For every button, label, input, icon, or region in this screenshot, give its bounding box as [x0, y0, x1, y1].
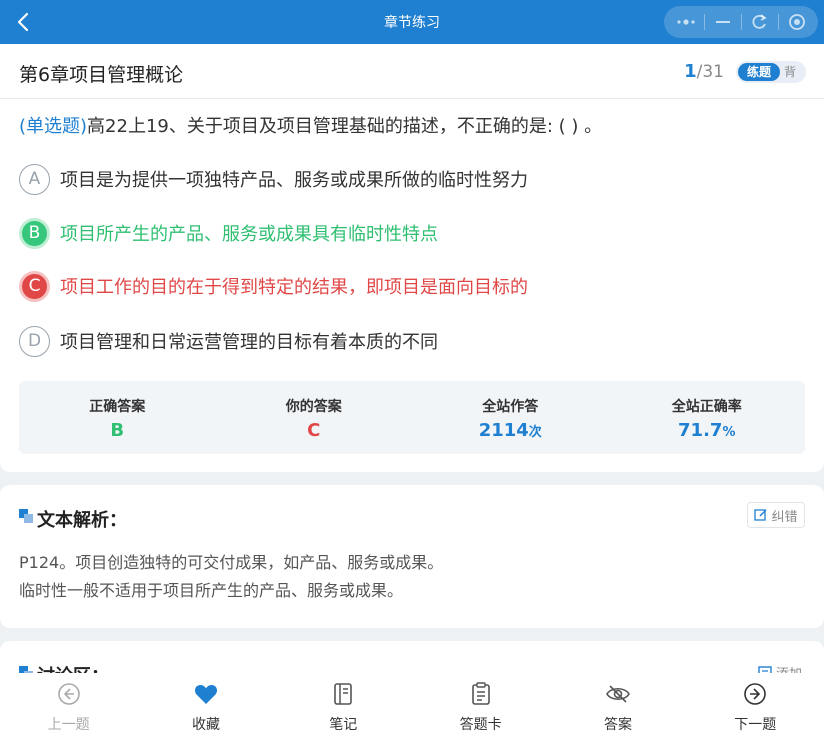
clipboard-icon	[468, 681, 494, 707]
show-answer-button[interactable]: 答案	[549, 673, 686, 736]
stat-correct-answer: 正确答案 B	[19, 381, 216, 454]
question-card: (单选题)高22上19、关于项目及项目管理基础的描述，不正确的是: ( ) 。 …	[0, 99, 824, 472]
stat-value: C	[307, 420, 321, 441]
window-controls	[664, 6, 818, 38]
arrow-right-circle-icon	[742, 681, 768, 707]
more-icon[interactable]	[673, 9, 699, 35]
close-icon[interactable]	[784, 9, 810, 35]
chapter-title: 第6章项目管理概论	[19, 64, 184, 86]
nav-label: 答案	[603, 717, 632, 733]
accuracy-unit: %	[722, 425, 736, 440]
next-question-button[interactable]: 下一题	[687, 673, 824, 736]
divider	[777, 14, 779, 30]
favorite-button[interactable]: 收藏	[137, 673, 274, 736]
minimize-icon[interactable]	[710, 9, 736, 35]
nav-label: 笔记	[329, 717, 358, 733]
analysis-line: 临时性一般不适用于项目所产生的产品、服务或成果。	[19, 581, 404, 600]
answer-sheet-button[interactable]: 答题卡	[412, 673, 549, 736]
analysis-card: 文本解析： 纠错 P124。项目创造独特的可交付成果，如产品、服务或成果。 临时…	[0, 485, 824, 628]
question-type: (单选题)	[19, 116, 88, 137]
mode-practice[interactable]: 练题	[738, 63, 780, 81]
option-letter: C	[19, 270, 50, 302]
nav-label: 收藏	[191, 717, 220, 733]
eye-hidden-icon	[605, 681, 631, 707]
notebook-icon	[330, 681, 356, 707]
heart-icon	[193, 681, 219, 707]
option-text: 项目工作的目的在于得到特定的结果，即项目是面向目标的	[60, 277, 528, 298]
attempts-unit: 次	[528, 425, 542, 440]
analysis-title: 文本解析：	[37, 510, 127, 531]
question-text: (单选题)高22上19、关于项目及项目管理基础的描述，不正确的是: ( ) 。	[19, 112, 602, 138]
nav-label: 答题卡	[459, 717, 502, 733]
counter-current: 1	[684, 61, 697, 82]
divider	[740, 14, 742, 30]
option-b[interactable]: B 项目所产生的产品、服务或成果具有临时性特点	[19, 217, 438, 249]
chapter-header: 第6章项目管理概论 1/31 练题 背	[0, 44, 824, 99]
prev-question-button[interactable]: 上一题	[0, 673, 137, 736]
attempts-number: 2114	[478, 420, 529, 441]
stat-value: B	[110, 420, 125, 441]
stat-value: 71.7%	[609, 420, 806, 441]
refresh-icon[interactable]	[747, 9, 773, 35]
stat-label: 全站正确率	[671, 399, 742, 415]
stat-label: 你的答案	[285, 399, 342, 415]
option-text: 项目管理和日常运营管理的目标有着本质的不同	[60, 332, 438, 353]
accuracy-number: 71.7	[678, 420, 723, 441]
stat-accuracy: 全站正确率 71.7%	[609, 381, 806, 454]
option-text: 项目是为提供一项独特产品、服务或成果所做的临时性努力	[60, 170, 528, 191]
option-text: 项目所产生的产品、服务或成果具有临时性特点	[60, 224, 438, 245]
stat-value: 2114次	[412, 420, 609, 441]
answer-stats: 正确答案 B 你的答案 C 全站作答 2114次 全站正确率 71.7%	[19, 381, 805, 454]
stat-attempts: 全站作答 2114次	[412, 381, 609, 454]
option-c[interactable]: C 项目工作的目的在于得到特定的结果，即项目是面向目标的	[19, 270, 528, 302]
stat-label: 全站作答	[482, 399, 539, 415]
option-letter: A	[19, 163, 50, 195]
section-icon	[19, 509, 33, 523]
stat-label: 正确答案	[89, 399, 146, 415]
mode-toggle[interactable]: 练题 背	[736, 61, 806, 83]
divider	[703, 14, 705, 30]
analysis-line: P124。项目创造独特的可交付成果，如产品、服务或成果。	[19, 553, 444, 572]
question-stem: 高22上19、关于项目及项目管理基础的描述，不正确的是: ( ) 。	[87, 116, 603, 137]
option-letter: B	[19, 217, 50, 249]
counter-total: /31	[696, 62, 724, 82]
bottom-nav: 上一题 收藏 笔记 答题卡 答案 下一题	[0, 673, 824, 736]
report-error-button[interactable]: 纠错	[747, 502, 805, 528]
question-counter: 1/31	[684, 61, 724, 82]
nav-label: 下一题	[734, 717, 777, 733]
report-error-label: 纠错	[771, 509, 798, 525]
arrow-left-circle-icon	[56, 681, 82, 707]
nav-label: 上一题	[47, 717, 90, 733]
notes-button[interactable]: 笔记	[275, 673, 412, 736]
mode-recite[interactable]: 背	[784, 63, 796, 81]
option-d[interactable]: D 项目管理和日常运营管理的目标有着本质的不同	[19, 325, 438, 357]
option-letter: D	[19, 325, 50, 357]
top-bar: 章节练习	[0, 0, 824, 44]
option-a[interactable]: A 项目是为提供一项独特产品、服务或成果所做的临时性努力	[19, 163, 528, 195]
stat-your-answer: 你的答案 C	[216, 381, 413, 454]
edit-icon	[754, 509, 768, 521]
